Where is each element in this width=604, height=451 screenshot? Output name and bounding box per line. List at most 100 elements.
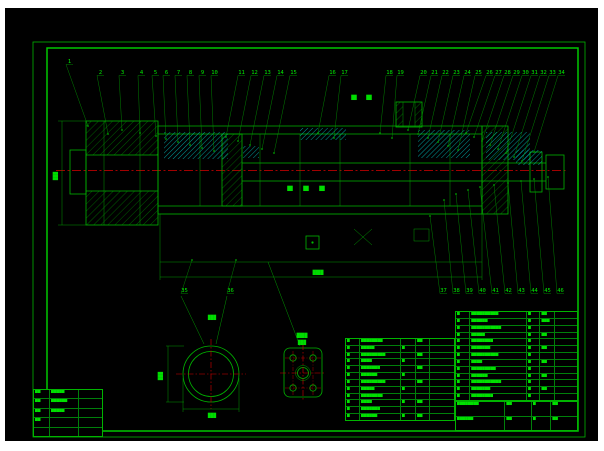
parts-list-table: █ ██████████ █ ██ █ ██████ █ ███ █ ███████████ █ █ █… xyxy=(455,311,578,401)
table-cell: ██ xyxy=(415,414,429,420)
part-callout-number: 30 xyxy=(522,70,529,76)
leader-dot xyxy=(447,145,449,147)
part-callout-number: 3 xyxy=(121,70,124,76)
dimension-text: ██ xyxy=(365,94,372,101)
table-row: █████████████ xyxy=(456,402,577,416)
table-cell: ██████ xyxy=(358,414,400,420)
part-callout-number: 21 xyxy=(431,70,438,76)
table-row: ████████ xyxy=(456,358,577,366)
table-row: █████████████ xyxy=(456,379,577,387)
leader-dot xyxy=(235,259,237,261)
part-callout-number: 8 xyxy=(189,70,192,76)
leader-dot xyxy=(429,215,431,217)
leader-dot xyxy=(467,189,469,191)
screenshot-page: 1 2 3 4 5 6 7 8 9 10 11 12 13 14 15 16 17 18 19 20 21 22 23 24 2… xyxy=(0,0,604,451)
dimension-text: ███ xyxy=(157,372,164,381)
table-cell: ██ xyxy=(35,408,41,413)
table-row xyxy=(34,426,102,437)
table-row: █████████████ xyxy=(456,324,577,332)
dimension-text: ████ xyxy=(296,332,308,339)
part-callout-number: 37 xyxy=(440,288,447,294)
dimension-text: ███ xyxy=(207,412,216,419)
bom-continuation-table: █ ████████ ██ █ █████ █ █ █████████ ██ █ ████ █ █ ███… xyxy=(345,338,455,421)
leader-dot xyxy=(493,184,495,186)
part-callout-number: 39 xyxy=(466,288,473,294)
table-row: ███████████ xyxy=(456,386,577,394)
table-cell: ██ xyxy=(504,402,531,416)
table-cell xyxy=(429,414,454,420)
part-callout-number: 6 xyxy=(165,70,168,76)
table-row: ████████ xyxy=(346,399,454,407)
table-row: ████████████ xyxy=(456,352,577,359)
table-cell: ██ xyxy=(504,416,531,430)
leader-dot xyxy=(379,132,381,134)
leader-dot xyxy=(391,137,393,139)
table-cell: █ xyxy=(531,416,550,430)
part-callout-number: 26 xyxy=(486,70,493,76)
table-row: ██████████ xyxy=(346,365,454,373)
table-cell: █ xyxy=(531,402,550,416)
part-callout-number: 23 xyxy=(453,70,460,76)
leader-dot xyxy=(87,125,89,127)
leader-dot xyxy=(249,144,251,146)
part-callout-number: 36 xyxy=(227,288,234,294)
table-cell: ██ xyxy=(550,416,577,430)
leader-dot xyxy=(481,140,483,142)
part-callout-number: 41 xyxy=(492,288,499,294)
leader-dot xyxy=(201,147,203,149)
table-cell: ████████ xyxy=(469,394,526,400)
part-callout-number: 20 xyxy=(420,70,427,76)
table-row: ████████████ xyxy=(346,351,454,359)
table-cell xyxy=(77,418,102,427)
leader-dot xyxy=(521,160,523,162)
leader-dot xyxy=(457,149,459,151)
table-cell: █ xyxy=(399,414,415,420)
leader-dot xyxy=(479,186,481,188)
leader-dot xyxy=(455,193,457,195)
table-row: █ ████ █ xyxy=(346,358,454,366)
leader-dot xyxy=(533,151,535,153)
part-callout-number: 12 xyxy=(251,70,258,76)
part-callout-number: 17 xyxy=(341,70,348,76)
table-cell: █ xyxy=(457,394,460,399)
table-cell xyxy=(77,390,102,399)
part-callout-number: 35 xyxy=(181,288,188,294)
table-cell xyxy=(48,418,78,427)
part-callout-number: 43 xyxy=(518,288,525,294)
table-cell: ████████ xyxy=(457,402,479,406)
leader-dot xyxy=(489,144,491,146)
dimension-text: ██ xyxy=(286,185,293,192)
part-callout-number: 18 xyxy=(386,70,393,76)
table-cell: ██ xyxy=(35,399,41,404)
leader-dot xyxy=(427,137,429,139)
part-callout-number: 38 xyxy=(453,288,460,294)
table-cell xyxy=(34,428,49,436)
table-row: ███████ xyxy=(346,344,454,352)
part-callout-number: 22 xyxy=(442,70,449,76)
table-row: ██████████ xyxy=(346,413,454,420)
leader-dot xyxy=(225,136,227,138)
leader-dot xyxy=(497,148,499,150)
part-callout-number: 15 xyxy=(290,70,297,76)
part-callout-number: 34 xyxy=(558,70,565,76)
table-row: █████████ xyxy=(456,331,577,339)
leader-dot xyxy=(443,199,445,201)
part-callout-number: 11 xyxy=(238,70,245,76)
leader-dot xyxy=(107,133,109,135)
leader-dot xyxy=(505,152,507,154)
table-cell xyxy=(77,408,102,418)
leader-dot xyxy=(513,156,515,158)
table-row: ███████████ xyxy=(456,415,577,430)
part-callout-number: 28 xyxy=(504,70,511,76)
part-callout-number: 44 xyxy=(531,288,538,294)
title-block: ████████ ██ █ ██ ██████ ██ █ ██ xyxy=(455,401,578,431)
part-callout-number: 32 xyxy=(540,70,547,76)
part-callout-number: 7 xyxy=(177,70,180,76)
leader-dot xyxy=(520,180,522,182)
leader-dot xyxy=(237,140,239,142)
leader-dot xyxy=(533,178,535,180)
dimension-text: ███ xyxy=(297,339,306,346)
table-cell: █████ xyxy=(48,390,78,399)
leader-dot xyxy=(273,152,275,154)
part-callout-number: 42 xyxy=(505,288,512,294)
